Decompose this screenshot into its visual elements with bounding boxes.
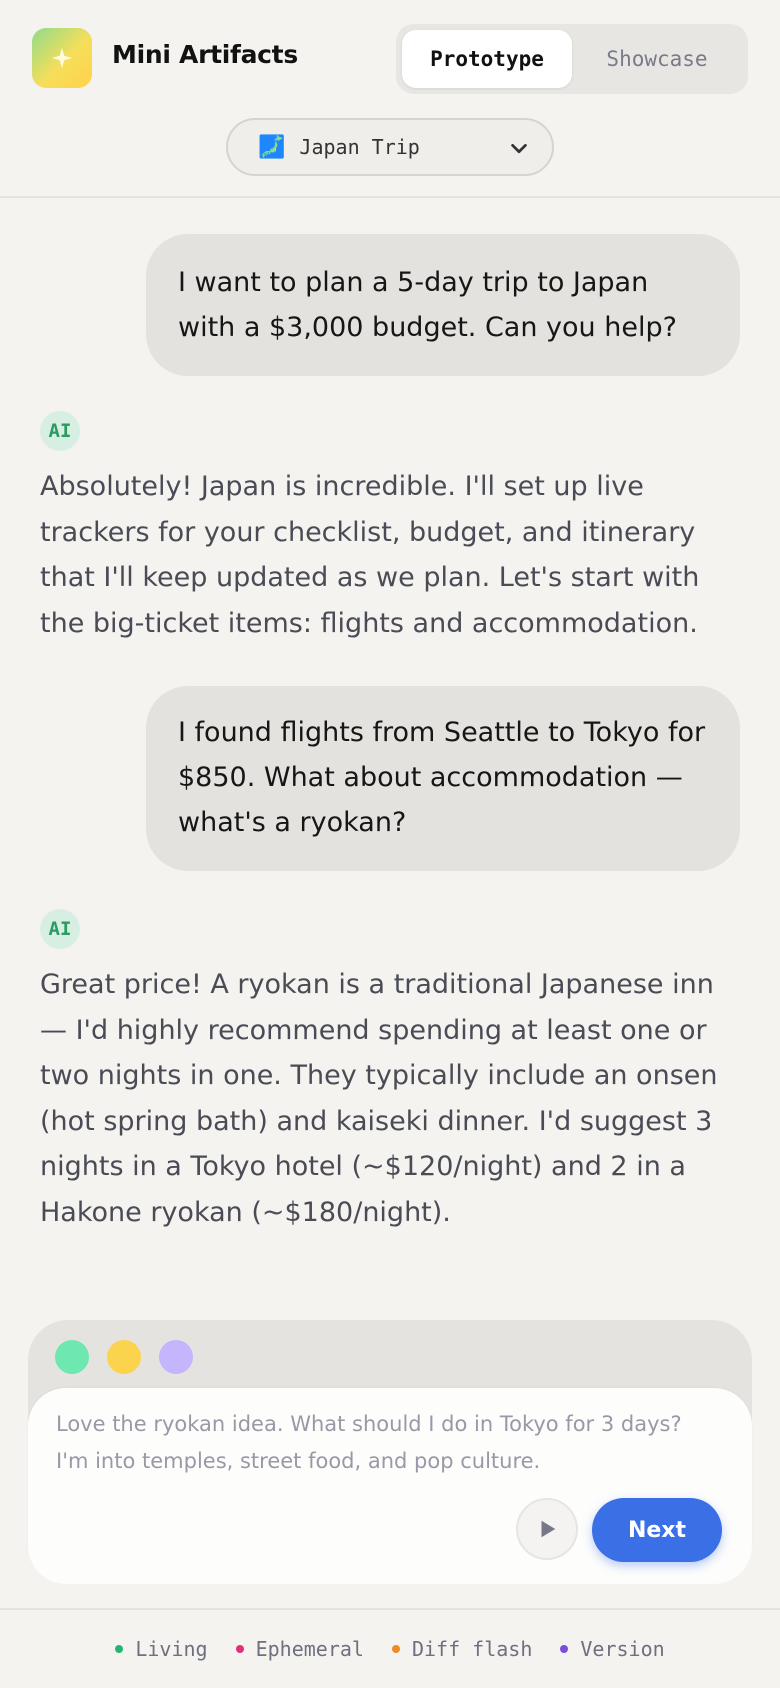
mode-switch: Prototype Showcase (396, 24, 748, 94)
message-draft[interactable]: Love the ryokan idea. What should I do i… (56, 1406, 716, 1480)
japan-map-icon: 🗾 (258, 134, 286, 160)
legend-dot (560, 1645, 569, 1653)
tab-prototype[interactable]: Prototype (402, 30, 572, 88)
legend: Living Ephemeral Diff flash Version (0, 1608, 780, 1688)
next-button[interactable]: Next (592, 1498, 722, 1562)
status-dot-yellow (107, 1340, 141, 1374)
ai-avatar: AI (40, 909, 80, 949)
status-dot-purple (159, 1340, 193, 1374)
user-message: I want to plan a 5-day trip to Japan wit… (146, 234, 740, 376)
status-dot-green (55, 1340, 89, 1374)
composer-card: Love the ryokan idea. What should I do i… (28, 1388, 752, 1584)
legend-dot (235, 1645, 244, 1653)
legend-item-version: Version (560, 1637, 665, 1661)
scenario-select-value: Japan Trip (299, 135, 420, 159)
play-button[interactable] (516, 1498, 578, 1560)
ai-message: Absolutely! Japan is incredible. I'll se… (40, 471, 700, 639)
legend-item-diff-flash: Diff flash (391, 1637, 533, 1661)
scenario-select[interactable]: 🗾 Japan Trip (226, 118, 554, 176)
app-logo (32, 28, 92, 88)
legend-label: Version (580, 1637, 665, 1661)
ai-message: Great price! A ryokan is a traditional J… (40, 969, 718, 1228)
play-icon (541, 1520, 556, 1538)
ai-avatar: AI (40, 411, 80, 451)
legend-label: Diff flash (411, 1637, 533, 1661)
composer: Love the ryokan idea. What should I do i… (28, 1320, 752, 1584)
legend-dot (115, 1645, 124, 1653)
tab-showcase[interactable]: Showcase (572, 30, 742, 88)
legend-item-ephemeral: Ephemeral (235, 1637, 364, 1661)
legend-label: Ephemeral (255, 1637, 364, 1661)
chevron-down-icon (511, 143, 527, 154)
legend-dot (391, 1645, 400, 1653)
legend-label: Living (135, 1637, 208, 1661)
app-title: Mini Artifacts (112, 40, 298, 69)
user-message: I found flights from Seattle to Tokyo fo… (146, 686, 740, 871)
sparkle-icon (51, 47, 73, 69)
app-header: Mini Artifacts Prototype Showcase 🗾 Japa… (0, 0, 780, 198)
legend-item-living: Living (115, 1637, 208, 1661)
